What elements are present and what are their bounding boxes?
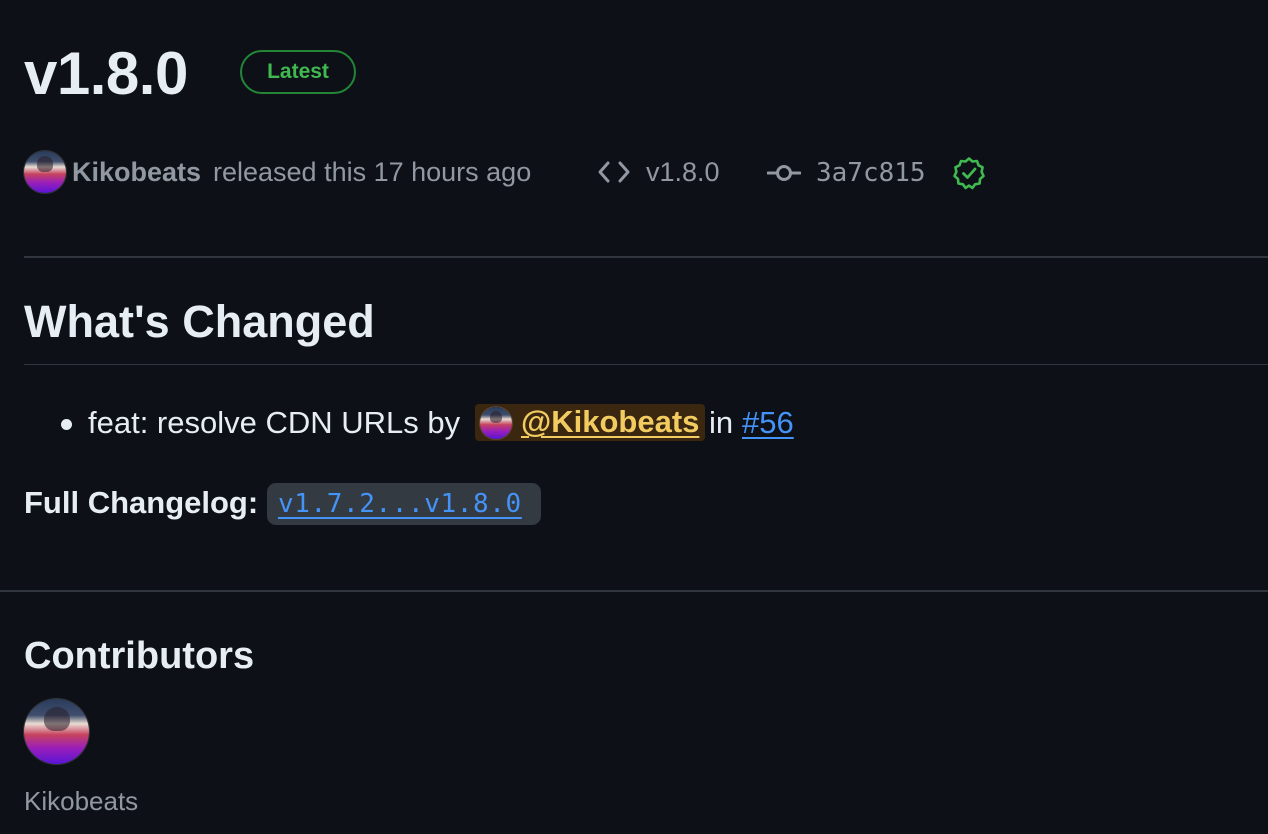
bullet-icon bbox=[61, 419, 72, 430]
change-list: feat: resolve CDN URLs by @Kikobeats in … bbox=[0, 400, 1200, 446]
latest-badge: Latest bbox=[240, 50, 356, 94]
git-commit-icon bbox=[767, 165, 801, 181]
section-divider bbox=[0, 590, 1268, 592]
release-title[interactable]: v1.8.0 bbox=[24, 34, 188, 114]
changelog-code: v1.7.2...v1.8.0 bbox=[267, 483, 541, 525]
tag-link[interactable]: v1.8.0 bbox=[646, 156, 720, 188]
compare-link[interactable]: v1.7.2...v1.8.0 bbox=[278, 489, 522, 519]
author-link[interactable]: Kikobeats bbox=[72, 156, 201, 188]
changelog-label: Full Changelog: bbox=[24, 485, 259, 520]
in-text: in bbox=[709, 405, 734, 440]
release-time-text: released this 17 hours ago bbox=[213, 157, 532, 187]
mention-link[interactable]: @Kikobeats bbox=[521, 399, 699, 445]
change-description: feat: resolve CDN URLs by bbox=[88, 405, 461, 440]
release-page: v1.8.0 Latest Kikobeats released this 17… bbox=[0, 0, 1268, 834]
commit-link[interactable]: 3a7c815 bbox=[816, 157, 926, 189]
user-mention[interactable]: @Kikobeats bbox=[475, 404, 705, 441]
heading-divider bbox=[24, 364, 1268, 365]
header-divider bbox=[24, 256, 1268, 258]
contributors-heading: Contributors bbox=[24, 635, 255, 677]
release-meta: Kikobeats released this 17 hours ago v1.… bbox=[24, 148, 1024, 196]
author-avatar[interactable] bbox=[24, 151, 66, 193]
verified-check-icon[interactable] bbox=[952, 156, 986, 190]
contributor-avatar[interactable] bbox=[24, 699, 89, 764]
list-item: feat: resolve CDN URLs by @Kikobeats in … bbox=[0, 400, 1200, 446]
mention-avatar bbox=[480, 407, 512, 439]
contributor-name[interactable]: Kikobeats bbox=[24, 784, 138, 818]
pull-request-link[interactable]: #56 bbox=[742, 400, 794, 446]
code-icon bbox=[598, 161, 630, 183]
whats-changed-heading: What's Changed bbox=[24, 296, 375, 347]
